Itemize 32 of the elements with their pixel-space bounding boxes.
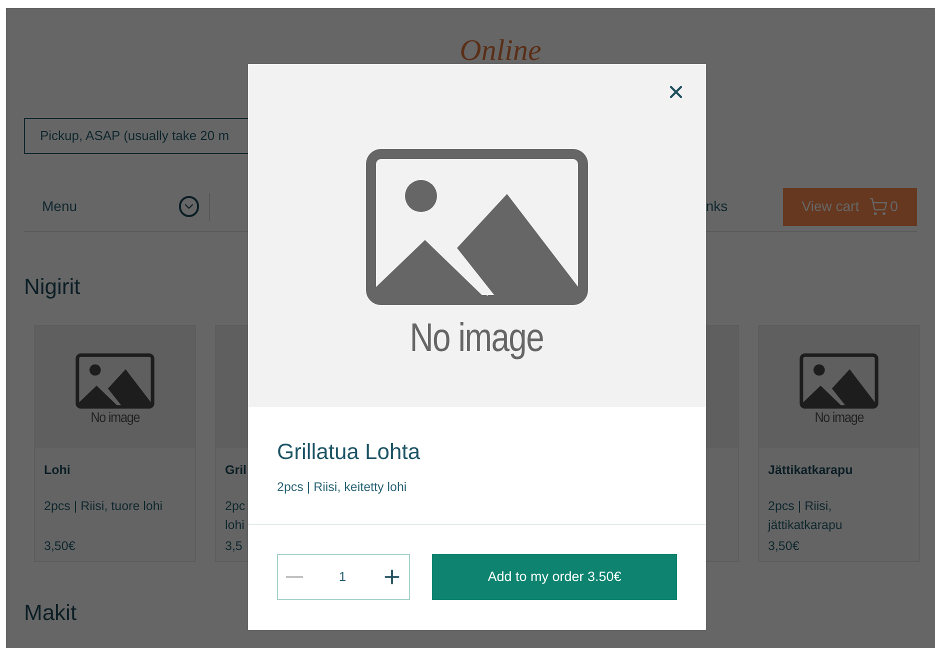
product-description: lohi [225, 517, 246, 534]
product-description: 2pc [225, 498, 246, 515]
product-price: 3,50€ [768, 538, 800, 555]
minus-icon [286, 576, 302, 578]
product-description: 2pcs | Riisi, jättikatkarapu [768, 498, 844, 534]
image-placeholder-icon [365, 148, 589, 306]
section-title: Makit [24, 599, 78, 627]
logo: Online [460, 36, 542, 66]
cart-icon [869, 197, 888, 216]
view-cart-button[interactable]: View cart 0 [782, 188, 917, 226]
menu-label[interactable]: Menu [42, 196, 180, 217]
product-card[interactable]: No image Jättikatkarapu 2pcs | Riisi, jättikatkarapu 3,50€ [758, 325, 920, 562]
no-image-label: No image [90, 409, 140, 427]
image-placeholder-icon [799, 353, 879, 410]
quantity-value[interactable]: 1 [338, 567, 346, 587]
dialog-title: Grillatua Lohta [277, 438, 422, 466]
category-tab[interactable]: nks [706, 196, 728, 217]
image-placeholder-icon [75, 353, 155, 410]
product-price: 3,50€ [44, 538, 76, 555]
cart-count: 0 [890, 197, 898, 216]
chevron-down-icon[interactable] [179, 196, 199, 217]
product-name: Gril [225, 462, 248, 479]
product-name: Jättikatkarapu [768, 462, 854, 479]
no-image-label: No image [814, 409, 864, 427]
section-title: Nigirit [24, 273, 82, 301]
product-description: 2pcs | Riisi, tuore lohi [44, 498, 164, 515]
product-card[interactable]: No image Lohi 2pcs | Riisi, tuore lohi 3,50€ [34, 325, 196, 562]
dialog-description: 2pcs | Riisi, keitetty lohi [277, 479, 408, 496]
product-name: Lohi [44, 462, 72, 479]
product-price: 3,5 [225, 538, 244, 555]
no-image-label: No image [410, 318, 544, 358]
add-to-order-button[interactable]: Add to my order 3.50€ [432, 554, 677, 600]
